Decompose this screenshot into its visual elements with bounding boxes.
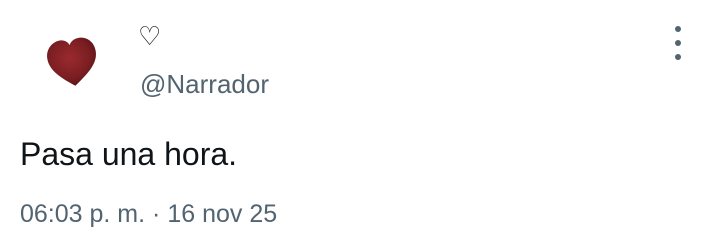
avatar[interactable]	[40, 30, 104, 94]
tweet-date: 16 nov 25	[167, 200, 278, 228]
display-name[interactable]: ♡	[138, 22, 161, 52]
heart-avatar-icon	[47, 37, 96, 86]
more-dot	[675, 54, 681, 60]
more-vertical-icon	[675, 26, 681, 32]
tweet-detail: ♡ @Narrador Pasa una hora. 06:03 p. m. ·…	[0, 0, 720, 244]
user-handle[interactable]: @Narrador	[140, 68, 269, 100]
tweet-timestamp[interactable]: 06:03 p. m. · 16 nov 25	[20, 198, 277, 230]
tweet-text: Pasa una hora.	[20, 136, 238, 172]
meta-separator: ·	[152, 200, 161, 228]
more-dot	[675, 40, 681, 46]
more-options-button[interactable]	[664, 26, 692, 60]
tweet-time: 06:03 p. m.	[20, 200, 146, 228]
